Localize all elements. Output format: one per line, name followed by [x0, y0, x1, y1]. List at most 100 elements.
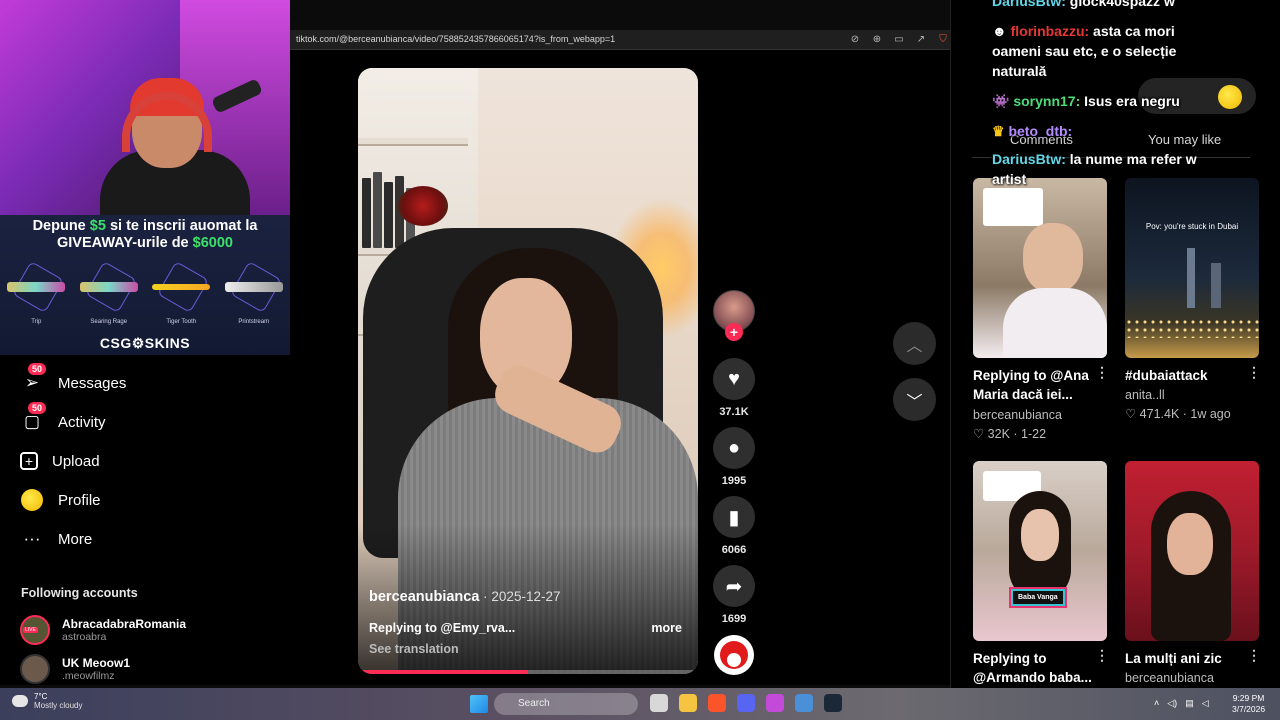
account-name: UK Meoow1 — [62, 656, 131, 670]
video-thumbnail[interactable]: Baba Vanga — [973, 461, 1107, 641]
chat-message: 👾 sorynn17: Isus era negru — [992, 91, 1180, 111]
discord-icon[interactable] — [737, 694, 755, 712]
disc-icon — [720, 641, 748, 669]
save-count: 6066 — [721, 544, 747, 556]
card-meta: ♡ 32K · 1-22 — [973, 427, 1047, 441]
taskbar-apps — [650, 694, 842, 712]
more-options-icon[interactable]: ⋮ — [1247, 364, 1261, 381]
sidebar-item-profile[interactable]: Profile — [20, 486, 101, 514]
volume-icon[interactable]: ◁ — [1202, 698, 1209, 709]
windows-start-icon[interactable] — [470, 695, 488, 713]
video-author[interactable]: berceanubianca — [369, 589, 479, 605]
video-player[interactable]: berceanubianca · 2025-12-27 Replying to … — [358, 68, 698, 674]
like-count: 37.1K — [719, 406, 749, 418]
task-view-icon[interactable] — [650, 694, 668, 712]
card-title[interactable]: #dubaiattack — [1125, 366, 1250, 385]
address-bar[interactable]: tiktok.com/@berceanubianca/video/7588524… — [290, 30, 980, 50]
more-button[interactable]: more — [651, 621, 682, 635]
following-account[interactable]: UK Meoow1 .meowfilmz — [20, 652, 130, 686]
clock[interactable]: 9:29 PM 3/7/2026 — [1232, 693, 1265, 715]
sidebar-item-upload[interactable]: + Upload — [20, 447, 100, 475]
sidebar-item-more[interactable]: ··· More — [20, 525, 93, 553]
card-author[interactable]: anita..ll — [1125, 388, 1165, 402]
see-translation-link[interactable]: See translation — [369, 642, 459, 656]
no-translate-icon[interactable]: ⊘ — [848, 33, 862, 47]
rifle-icon — [79, 282, 138, 292]
video-description: Replying to @Emy_rva... — [369, 621, 516, 635]
taskbar-search[interactable]: Search — [494, 693, 638, 715]
app-icon[interactable] — [766, 694, 784, 712]
progress-fill — [362, 670, 528, 674]
rifle-icon — [224, 282, 283, 292]
screen-icon[interactable]: ▭ — [892, 33, 906, 47]
chat-message: DariusBtw: la nume ma refer w — [992, 149, 1197, 169]
chat-message: artist — [992, 171, 1027, 187]
video-date: · 2025-12-27 — [479, 589, 561, 604]
card-author[interactable]: berceanubianca — [1125, 671, 1214, 685]
network-icon[interactable]: ▤ — [1185, 698, 1194, 709]
brave-browser-icon[interactable] — [708, 694, 726, 712]
bookmark-icon: ▮ — [728, 506, 740, 529]
viewer-badge-icon: ☻ — [992, 23, 1011, 39]
emoji-icon — [1218, 85, 1242, 109]
shield-icon[interactable]: ⛉ — [936, 33, 950, 47]
paper-plane-icon: ➢ 50 — [20, 363, 47, 395]
more-options-icon[interactable]: ⋮ — [1095, 364, 1109, 381]
chat-message: oameni sau etc, e o selecție — [992, 43, 1177, 59]
card-title[interactable]: Replying to @Ana Maria dacă iei... — [973, 366, 1098, 404]
video-thumbnail[interactable]: Pov: you're stuck in Dubai — [1125, 178, 1259, 358]
follow-button[interactable]: + — [725, 323, 743, 341]
more-options-icon[interactable]: ⋮ — [1247, 647, 1261, 664]
clock-time: 9:29 PM — [1232, 693, 1265, 703]
share-icon[interactable]: ↗ — [914, 33, 928, 47]
like-button[interactable]: ♥ — [713, 358, 755, 400]
previous-video-button[interactable]: ︿ — [893, 322, 936, 365]
card-title[interactable]: La mulți ani zic — [1125, 649, 1250, 668]
screen: Depune $5 si te inscrii auomat la GIVEAW… — [0, 0, 1280, 720]
weather-widget[interactable]: 7°C Mostly cloudy — [12, 692, 82, 710]
cloud-icon — [12, 695, 28, 707]
calculator-icon[interactable] — [795, 694, 813, 712]
speaker-icon[interactable]: ◁) — [1167, 698, 1177, 709]
notification-badge: 50 — [28, 402, 47, 414]
more-options-icon[interactable]: ⋮ — [1095, 647, 1109, 664]
chat-message: DariusBtw: glock40spazz w — [992, 0, 1175, 11]
promo-amount: $6000 — [192, 235, 233, 251]
share-count: 1699 — [721, 613, 747, 625]
avatar: LIVE — [20, 615, 50, 645]
card-title[interactable]: Replying to @Armando baba... — [973, 649, 1098, 687]
chat-message: ♛ beto_dtb: — [992, 121, 1072, 141]
next-video-button[interactable]: ﹀ — [893, 378, 936, 421]
save-button[interactable]: ▮ — [713, 496, 755, 538]
video-thumbnail[interactable] — [973, 178, 1107, 358]
following-heading: Following accounts — [21, 586, 138, 600]
steam-icon[interactable] — [824, 694, 842, 712]
plus-square-icon: + — [20, 452, 38, 470]
thumbnail-caption: Pov: you're stuck in Dubai — [1145, 222, 1239, 231]
tab-you-may-like[interactable]: You may like — [1148, 132, 1221, 147]
brand-logo: CSG⚙SKINS — [99, 335, 191, 351]
chat-message: ☻ florinbazzu: asta ca mori — [992, 21, 1175, 41]
card-author[interactable]: berceanubianca — [973, 408, 1062, 422]
video-thumbnail[interactable] — [1125, 461, 1259, 641]
sidebar-item-label: Profile — [58, 491, 101, 509]
chat-username: DariusBtw: — [992, 151, 1066, 167]
skin-item: Trip — [3, 260, 69, 325]
zoom-icon[interactable]: ⊕ — [870, 33, 884, 47]
music-disc[interactable] — [714, 635, 754, 675]
chat-bubble-icon: ▢ 50 — [20, 402, 47, 434]
sidebar-item-messages[interactable]: ➢ 50 Messages — [20, 363, 126, 397]
share-button[interactable]: ➦ — [713, 565, 755, 607]
following-account[interactable]: LIVE AbracadabraRomania astroabra — [20, 613, 186, 647]
chevron-down-icon: ﹀ — [906, 393, 923, 411]
skin-item: Searing Rage — [76, 260, 142, 325]
url-text[interactable]: tiktok.com/@berceanubianca/video/7588524… — [296, 34, 615, 44]
chat-username: beto_dtb: — [1008, 123, 1073, 139]
poinsettia-plant — [398, 186, 448, 226]
comment-button[interactable]: ● — [713, 427, 755, 469]
crown-icon: ♛ — [992, 123, 1009, 139]
progress-bar[interactable] — [362, 670, 694, 674]
sidebar-item-activity[interactable]: ▢ 50 Activity — [20, 402, 106, 436]
file-explorer-icon[interactable] — [679, 694, 697, 712]
chevron-up-icon[interactable]: ˄ — [1154, 698, 1159, 709]
